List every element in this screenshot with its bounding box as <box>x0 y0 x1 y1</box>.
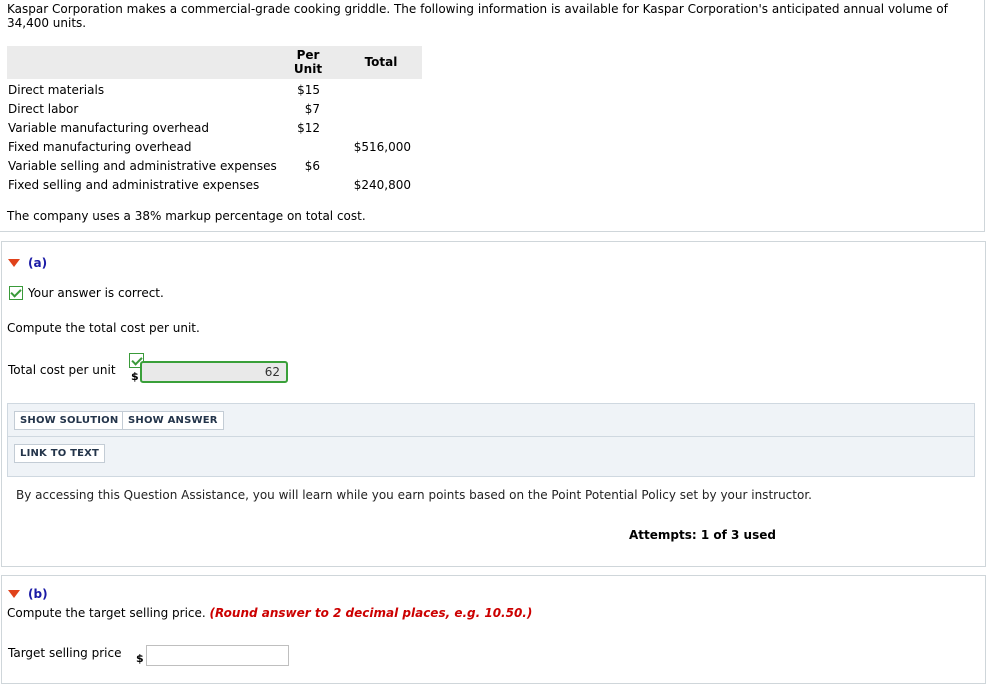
table-cell-per-unit: $6 <box>304 159 320 173</box>
part-b-question: Compute the target selling price. (Round… <box>7 606 532 620</box>
part-b-panel <box>1 575 986 684</box>
table-row-label: Fixed selling and administrative expense… <box>8 178 260 192</box>
header-per-unit: Per Unit <box>290 48 326 76</box>
link-to-text-button[interactable]: LINK TO TEXT <box>14 444 106 463</box>
target-price-input[interactable] <box>146 645 289 666</box>
assist-divider <box>8 436 974 437</box>
assist-note: By accessing this Question Assistance, y… <box>16 488 812 502</box>
table-cell-total: $516,000 <box>353 140 411 154</box>
total-cost-label: Total cost per unit <box>8 363 116 377</box>
show-answer-button[interactable]: SHOW ANSWER <box>122 411 224 430</box>
part-b-title[interactable]: (b) <box>8 587 48 601</box>
part-b-question-text: Compute the target selling price. <box>7 606 206 620</box>
collapse-triangle-icon[interactable] <box>8 590 20 598</box>
header-per-unit-line2: Unit <box>293 62 323 76</box>
part-a-title[interactable]: (a) <box>8 256 47 270</box>
correct-message: Your answer is correct. <box>9 286 164 300</box>
table-row-label: Direct materials <box>8 83 105 97</box>
problem-intro: Kaspar Corporation makes a commercial-gr… <box>7 2 948 30</box>
markup-text: The company uses a 38% markup percentage… <box>7 209 366 223</box>
table-cell-per-unit: $15 <box>297 83 320 97</box>
show-solution-button[interactable]: SHOW SOLUTION <box>14 411 125 430</box>
table-row-label: Variable selling and administrative expe… <box>8 159 277 173</box>
part-a-label: (a) <box>28 256 48 270</box>
table-cell-per-unit: $7 <box>304 102 320 116</box>
header-total: Total <box>364 55 398 69</box>
header-per-unit-line1: Per <box>296 48 320 62</box>
table-row-label: Direct labor <box>8 102 79 116</box>
table-cell-per-unit: $12 <box>297 121 320 135</box>
table-cell-total: $240,800 <box>353 178 411 192</box>
part-b-label: (b) <box>28 587 48 601</box>
table-row-label: Fixed manufacturing overhead <box>8 140 192 154</box>
currency-symbol: $ <box>136 652 144 665</box>
correct-text: Your answer is correct. <box>28 286 164 300</box>
target-price-label: Target selling price <box>8 646 122 660</box>
total-cost-input[interactable]: 62 <box>140 361 288 383</box>
collapse-triangle-icon[interactable] <box>8 259 20 267</box>
rounding-note: (Round answer to 2 decimal places, e.g. … <box>209 606 533 620</box>
problem-panel <box>0 0 985 232</box>
table-row-label: Variable manufacturing overhead <box>8 121 209 135</box>
attempts-counter: Attempts: 1 of 3 used <box>629 528 776 542</box>
checkmark-icon <box>9 286 23 300</box>
part-a-question: Compute the total cost per unit. <box>7 321 200 335</box>
currency-symbol: $ <box>131 370 139 383</box>
